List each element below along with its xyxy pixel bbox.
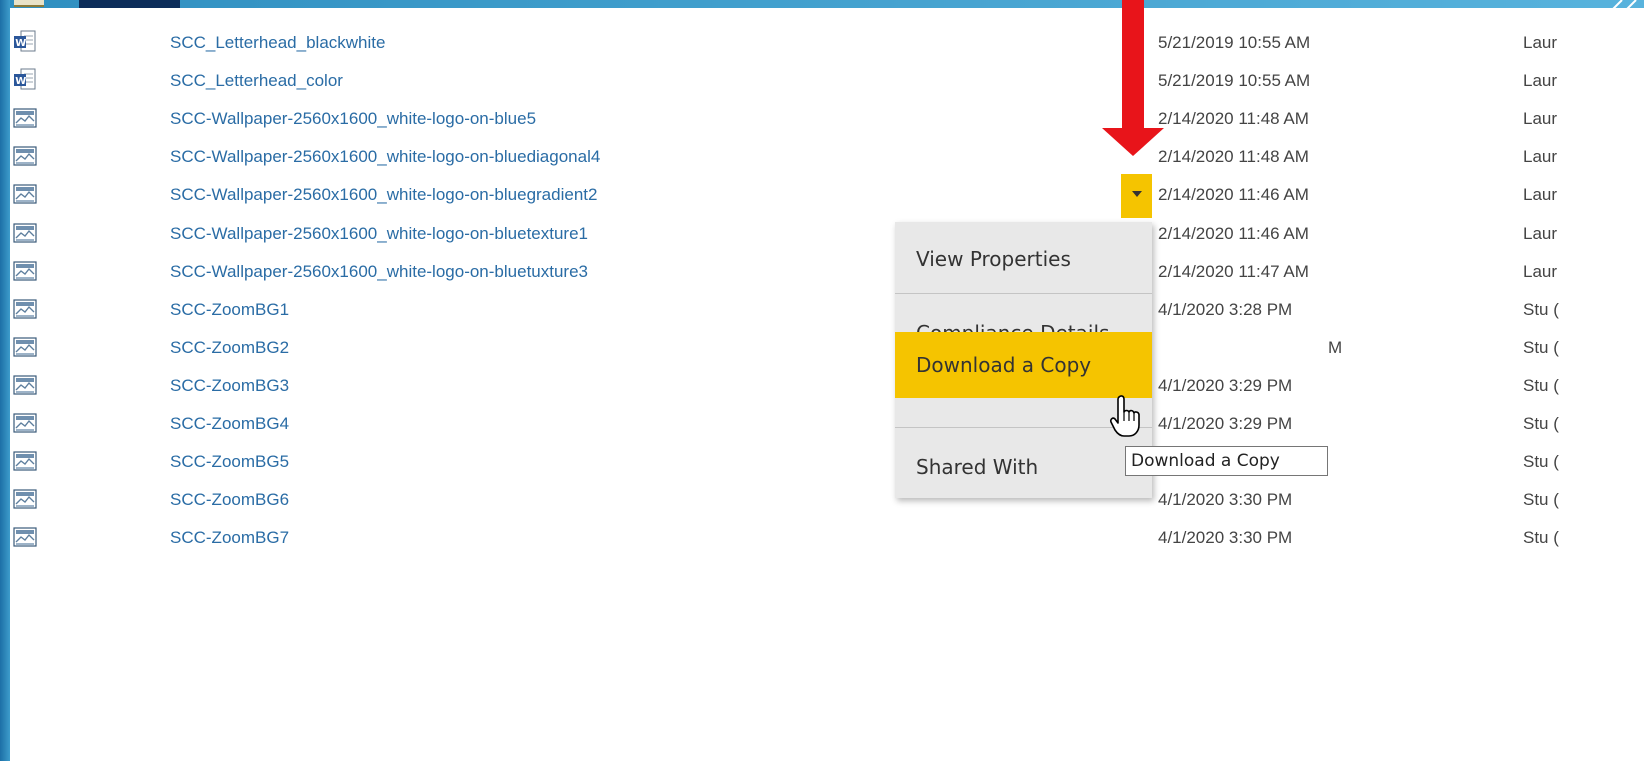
red-arrow-head — [1102, 128, 1164, 156]
file-name-link[interactable]: SCC-ZoomBG5 — [170, 443, 289, 481]
modified-date: 4/1/2020 3:30 PM — [1158, 490, 1293, 510]
top-banner — [0, 0, 1644, 8]
list-item[interactable]: W SCC_Letterhead_blackwhite 5/21/2019 10:5… — [0, 24, 1644, 62]
modified-date: 2/14/2020 11:46 AM — [1158, 223, 1309, 243]
top-banner-dark-segment — [79, 0, 180, 8]
svg-text:W: W — [15, 76, 26, 87]
list-item[interactable]: W SCC_Letterhead_color 5/21/2019 10:55 AM L… — [0, 62, 1644, 100]
file-name-link[interactable]: SCC-Wallpaper-2560x1600_white-logo-on-bl… — [170, 100, 536, 138]
modified-by: Laur — [1523, 223, 1558, 243]
red-arrow-annotation — [1122, 0, 1144, 132]
modified-by: Stu ( — [1523, 337, 1559, 357]
image-file-icon — [13, 222, 37, 243]
image-file-icon — [13, 527, 37, 547]
modified-date: 4/1/2020 3:30 PM — [1158, 528, 1293, 548]
file-name-link[interactable]: SCC-Wallpaper-2560x1600_white-logo-on-bl… — [170, 215, 588, 253]
modified-by: Stu ( — [1523, 375, 1559, 395]
modified-date: 4/1/2020 3:29 PM — [1158, 375, 1293, 395]
file-name-link[interactable]: SCC-ZoomBG3 — [170, 367, 289, 405]
modified-by: Laur — [1523, 147, 1558, 167]
image-file-icon — [13, 375, 37, 395]
word-document-icon: W — [14, 30, 36, 52]
file-name-link[interactable]: SCC_Letterhead_blackwhite — [170, 24, 385, 62]
top-left-tab — [14, 0, 44, 7]
corner-decoration — [1605, 0, 1637, 16]
modified-date: 5/21/2019 10:55 AM — [1158, 33, 1311, 52]
file-name-link[interactable]: SCC-ZoomBG2 — [170, 329, 289, 367]
chevron-down-icon — [1132, 191, 1142, 197]
menu-item-shared-with[interactable]: Shared With — [895, 434, 1152, 500]
modified-date: 2/14/2020 11:46 AM — [1158, 185, 1309, 205]
menu-item-download-copy[interactable]: Download a Copy — [895, 332, 1152, 398]
item-menu-button[interactable] — [1121, 174, 1152, 218]
context-menu: View Properties Compliance Details Downl… — [895, 222, 1152, 498]
tooltip: Download a Copy — [1125, 446, 1328, 476]
modified-date: 5/21/2019 10:55 AM — [1158, 71, 1311, 91]
modified-by: Stu ( — [1523, 452, 1559, 472]
image-file-icon — [13, 184, 37, 204]
modified-by: Stu ( — [1523, 528, 1559, 548]
list-item[interactable]: SCC-ZoomBG54/1/2020 3:30 PMStu ( — [0, 443, 1644, 481]
list-item[interactable]: SCC-Wallpaper-2560x1600_white-logo-on-bl… — [0, 215, 1644, 253]
list-item[interactable]: SCC-ZoomBG3 4/1/2020 3:29 PM Stu ( — [0, 367, 1644, 405]
image-file-icon — [13, 260, 37, 281]
modified-by: Stu ( — [1523, 299, 1559, 319]
modified-by: Laur — [1523, 71, 1558, 91]
image-file-icon — [13, 108, 37, 128]
list-item[interactable]: SCC-ZoomBG4 4/1/2020 3:29 PM Stu ( — [0, 405, 1644, 443]
file-name-link[interactable]: SCC-ZoomBG7 — [170, 519, 289, 557]
modified-date: 4/1/2020 3:29 PM — [1158, 414, 1293, 433]
menu-separator — [895, 293, 1152, 294]
list-item[interactable]: SCC-ZoomBG6 4/1/2020 3:30 PM Stu ( — [0, 481, 1644, 519]
modified-by: Laur — [1523, 261, 1558, 281]
list-item[interactable]: SCC-Wallpaper-2560x1600_white-logo-on-bl… — [0, 138, 1644, 176]
modified-by: Laur — [1523, 185, 1558, 205]
image-file-icon — [13, 489, 37, 509]
image-file-icon — [13, 337, 37, 357]
file-name-link[interactable]: SCC-ZoomBG6 — [170, 481, 289, 519]
file-name-link[interactable]: SCC-ZoomBG1 — [170, 291, 289, 329]
list-item[interactable]: SCC-ZoomBG7 4/1/2020 3:30 PM Stu ( — [0, 519, 1644, 557]
list-item[interactable]: SCC-Wallpaper-2560x1600_white-logo-on-bl… — [0, 253, 1644, 291]
modified-by: Laur — [1523, 109, 1558, 129]
word-document-icon: W — [14, 68, 36, 90]
file-name-link[interactable]: SCC-Wallpaper-2560x1600_white-logo-on-bl… — [170, 138, 600, 176]
file-name-link[interactable]: SCC-Wallpaper-2560x1600_white-logo-on-bl… — [170, 176, 597, 214]
image-file-icon — [13, 413, 37, 433]
modified-by: Stu ( — [1523, 490, 1559, 510]
file-name-link[interactable]: SCC-ZoomBG4 — [170, 405, 289, 443]
modified-by: Laur — [1523, 33, 1558, 52]
image-file-icon — [13, 451, 37, 471]
image-file-icon — [13, 146, 37, 166]
file-name-link[interactable]: SCC_Letterhead_color — [170, 62, 343, 100]
file-name-link[interactable]: SCC-Wallpaper-2560x1600_white-logo-on-bl… — [170, 253, 588, 291]
modified-date: M — [1328, 337, 1343, 357]
modified-by: Stu ( — [1523, 414, 1559, 433]
image-file-icon — [13, 299, 37, 319]
modified-date: 4/1/2020 3:28 PM — [1158, 299, 1293, 319]
svg-text:W: W — [15, 38, 26, 49]
modified-date: 2/14/2020 11:48 AM — [1158, 147, 1309, 167]
list-item[interactable]: SCC-Wallpaper-2560x1600_white-logo-on-bl… — [0, 176, 1644, 214]
hand-pointer-icon — [1110, 395, 1140, 437]
modified-date: 2/14/2020 11:47 AM — [1158, 261, 1309, 281]
list-item[interactable]: SCC-ZoomBG2 M Stu ( — [0, 329, 1644, 367]
menu-item-view-properties[interactable]: View Properties — [895, 226, 1152, 292]
list-item[interactable]: SCC-Wallpaper-2560x1600_white-logo-on-bl… — [0, 100, 1644, 138]
modified-date: 2/14/2020 11:48 AM — [1158, 109, 1309, 129]
list-item[interactable]: SCC-ZoomBG1 4/1/2020 3:28 PM Stu ( — [0, 291, 1644, 329]
